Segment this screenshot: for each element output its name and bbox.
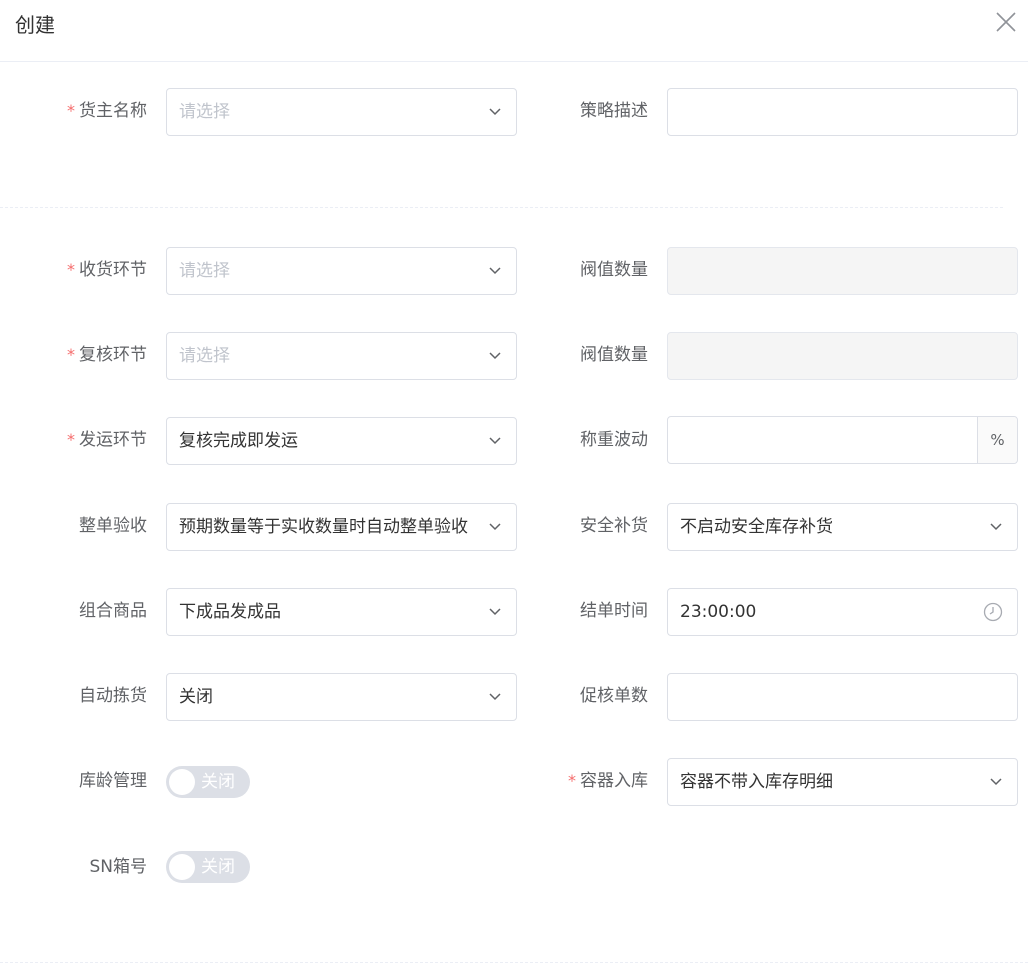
receive-step-placeholder: 请选择 [179, 261, 230, 281]
owner-name-select[interactable]: 请选择 [166, 88, 517, 136]
whole-accept-label: 整单验收 [79, 516, 147, 536]
switch-knob [169, 769, 195, 795]
auto-pick-label: 自动拣货 [79, 686, 147, 706]
sn-box-switch-text: 关闭 [201, 857, 235, 877]
threshold-2-label: 阀值数量 [580, 345, 648, 365]
combo-goods-select[interactable]: 下成品发成品 [166, 588, 517, 636]
ship-step-select[interactable]: 复核完成即发运 [166, 417, 517, 465]
receive-step-select[interactable]: 请选择 [166, 247, 517, 295]
stock-age-switch-text: 关闭 [201, 772, 235, 792]
strategy-desc-input[interactable] [667, 88, 1018, 136]
required-mark: * [67, 101, 75, 120]
weight-fluct-input[interactable]: % [667, 416, 1018, 464]
required-mark: * [67, 430, 75, 449]
dialog-title: 创建 [15, 13, 55, 37]
review-step-select[interactable]: 请选择 [166, 332, 517, 380]
owner-name-label: * 货主名称 [67, 99, 147, 123]
whole-accept-select[interactable]: 预期数量等于实收数量时自动整单验收 [166, 503, 517, 551]
container-in-select[interactable]: 容器不带入库存明细 [667, 758, 1018, 806]
ship-step-label-text: 发运环节 [79, 430, 147, 450]
weight-fluct-label: 称重波动 [580, 430, 648, 450]
chevron-down-icon [990, 778, 1002, 786]
dialog-header: 创建 [0, 0, 1028, 62]
stock-age-label: 库龄管理 [79, 771, 147, 791]
clock-icon [983, 602, 1003, 622]
safety-replenish-value: 不启动安全库存补货 [680, 517, 833, 537]
safety-replenish-label: 安全补货 [580, 516, 648, 536]
chevron-down-icon [489, 437, 501, 445]
required-mark: * [568, 771, 576, 790]
footer-divider [0, 962, 1028, 963]
chevron-down-icon [489, 608, 501, 616]
close-time-value: 23:00:00 [680, 602, 757, 622]
close-time-label: 结单时间 [580, 601, 648, 621]
safety-replenish-select[interactable]: 不启动安全库存补货 [667, 503, 1018, 551]
review-step-placeholder: 请选择 [179, 346, 230, 366]
chevron-down-icon [489, 108, 501, 116]
chevron-down-icon [489, 523, 501, 531]
urge-count-input[interactable] [667, 673, 1018, 721]
container-in-value: 容器不带入库存明细 [680, 772, 833, 792]
required-mark: * [67, 260, 75, 279]
auto-pick-value: 关闭 [179, 687, 213, 707]
section-divider [0, 207, 1003, 208]
container-in-label-text: 容器入库 [580, 771, 648, 791]
sn-box-switch[interactable]: 关闭 [166, 851, 250, 883]
container-in-label: * 容器入库 [568, 769, 648, 793]
receive-step-label-text: 收货环节 [79, 260, 147, 280]
auto-pick-select[interactable]: 关闭 [166, 673, 517, 721]
close-icon[interactable] [994, 10, 1018, 34]
combo-goods-value: 下成品发成品 [179, 602, 281, 622]
threshold-2-input [667, 332, 1018, 380]
switch-knob [169, 854, 195, 880]
urge-count-label: 促核单数 [580, 686, 648, 706]
percent-suffix: % [977, 417, 1017, 463]
chevron-down-icon [990, 523, 1002, 531]
sn-box-label: SN箱号 [89, 857, 147, 877]
receive-step-label: * 收货环节 [67, 258, 147, 282]
strategy-desc-label: 策略描述 [580, 101, 648, 121]
ship-step-label: * 发运环节 [67, 428, 147, 452]
required-mark: * [67, 345, 75, 364]
ship-step-value: 复核完成即发运 [179, 431, 298, 451]
chevron-down-icon [489, 352, 501, 360]
stock-age-switch[interactable]: 关闭 [166, 766, 250, 798]
owner-name-label-text: 货主名称 [79, 101, 147, 121]
review-step-label: * 复核环节 [67, 343, 147, 367]
owner-name-placeholder: 请选择 [179, 102, 230, 122]
threshold-1-label: 阀值数量 [580, 260, 648, 280]
chevron-down-icon [489, 267, 501, 275]
close-time-picker[interactable]: 23:00:00 [667, 588, 1018, 636]
review-step-label-text: 复核环节 [79, 345, 147, 365]
combo-goods-label: 组合商品 [79, 601, 147, 621]
chevron-down-icon [489, 693, 501, 701]
whole-accept-value: 预期数量等于实收数量时自动整单验收 [179, 517, 468, 537]
threshold-1-input [667, 247, 1018, 295]
